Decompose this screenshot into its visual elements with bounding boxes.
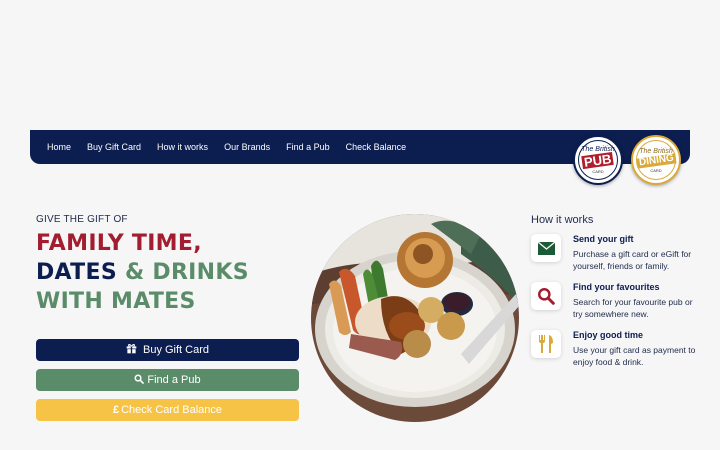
how-it-works-title: How it works xyxy=(531,214,594,226)
search-icon xyxy=(531,282,561,310)
headline-line-2: DATES & DRINKS xyxy=(36,258,249,287)
nav-link-our-brands[interactable]: Our Brands xyxy=(224,142,270,152)
check-card-balance-label: Check Card Balance xyxy=(121,404,222,416)
headline-dates: DATES xyxy=(36,260,117,285)
gift-icon xyxy=(126,343,137,357)
hero-headline: FAMILY TIME, DATES & DRINKS WITH MATES xyxy=(36,229,249,316)
logo-dining-bottom-text: CARD xyxy=(650,167,662,173)
roast-dinner-image xyxy=(311,214,519,422)
search-icon xyxy=(134,374,145,387)
fork-knife-icon xyxy=(531,330,561,358)
headline-line-3: WITH MATES xyxy=(36,289,196,314)
nav-links: Home Buy Gift Card How it works Our Bran… xyxy=(42,130,411,164)
logo-dining-main-text: DINING xyxy=(635,152,677,169)
find-a-pub-button[interactable]: Find a Pub xyxy=(36,369,299,391)
step-description: Use your gift card as payment to enjoy f… xyxy=(573,345,696,367)
british-pub-card-logo[interactable]: The British PUB CARD xyxy=(573,135,623,185)
nav-link-check-balance[interactable]: Check Balance xyxy=(346,142,407,152)
nav-link-buy-gift-card[interactable]: Buy Gift Card xyxy=(87,142,141,152)
logo-pub-main-text: PUB xyxy=(581,151,615,170)
headline-line-1: FAMILY TIME, xyxy=(36,231,202,256)
step-title: Send your gift xyxy=(573,234,634,244)
nav-link-how-it-works[interactable]: How it works xyxy=(157,142,208,152)
buy-gift-card-button[interactable]: Buy Gift Card xyxy=(36,339,299,361)
step-title: Find your favourites xyxy=(573,282,660,292)
nav-link-home[interactable]: Home xyxy=(47,142,71,152)
british-dining-card-logo[interactable]: The British DINING CARD xyxy=(631,135,681,185)
buy-gift-card-label: Buy Gift Card xyxy=(142,344,210,356)
headline-drinks: & DRINKS xyxy=(124,260,249,285)
envelope-icon xyxy=(531,234,561,262)
find-a-pub-label: Find a Pub xyxy=(147,374,201,386)
logo-pub-bottom-text: CARD xyxy=(592,169,604,174)
nav-link-find-a-pub[interactable]: Find a Pub xyxy=(286,142,330,152)
step-description: Search for your favourite pub or try som… xyxy=(573,297,693,319)
step-title: Enjoy good time xyxy=(573,330,644,340)
pound-icon: £ xyxy=(112,404,120,416)
check-card-balance-button[interactable]: £ Check Card Balance xyxy=(36,399,299,421)
step-description: Purchase a gift card or eGift for yourse… xyxy=(573,249,692,271)
hero-eyebrow: GIVE THE GIFT OF xyxy=(36,214,128,225)
